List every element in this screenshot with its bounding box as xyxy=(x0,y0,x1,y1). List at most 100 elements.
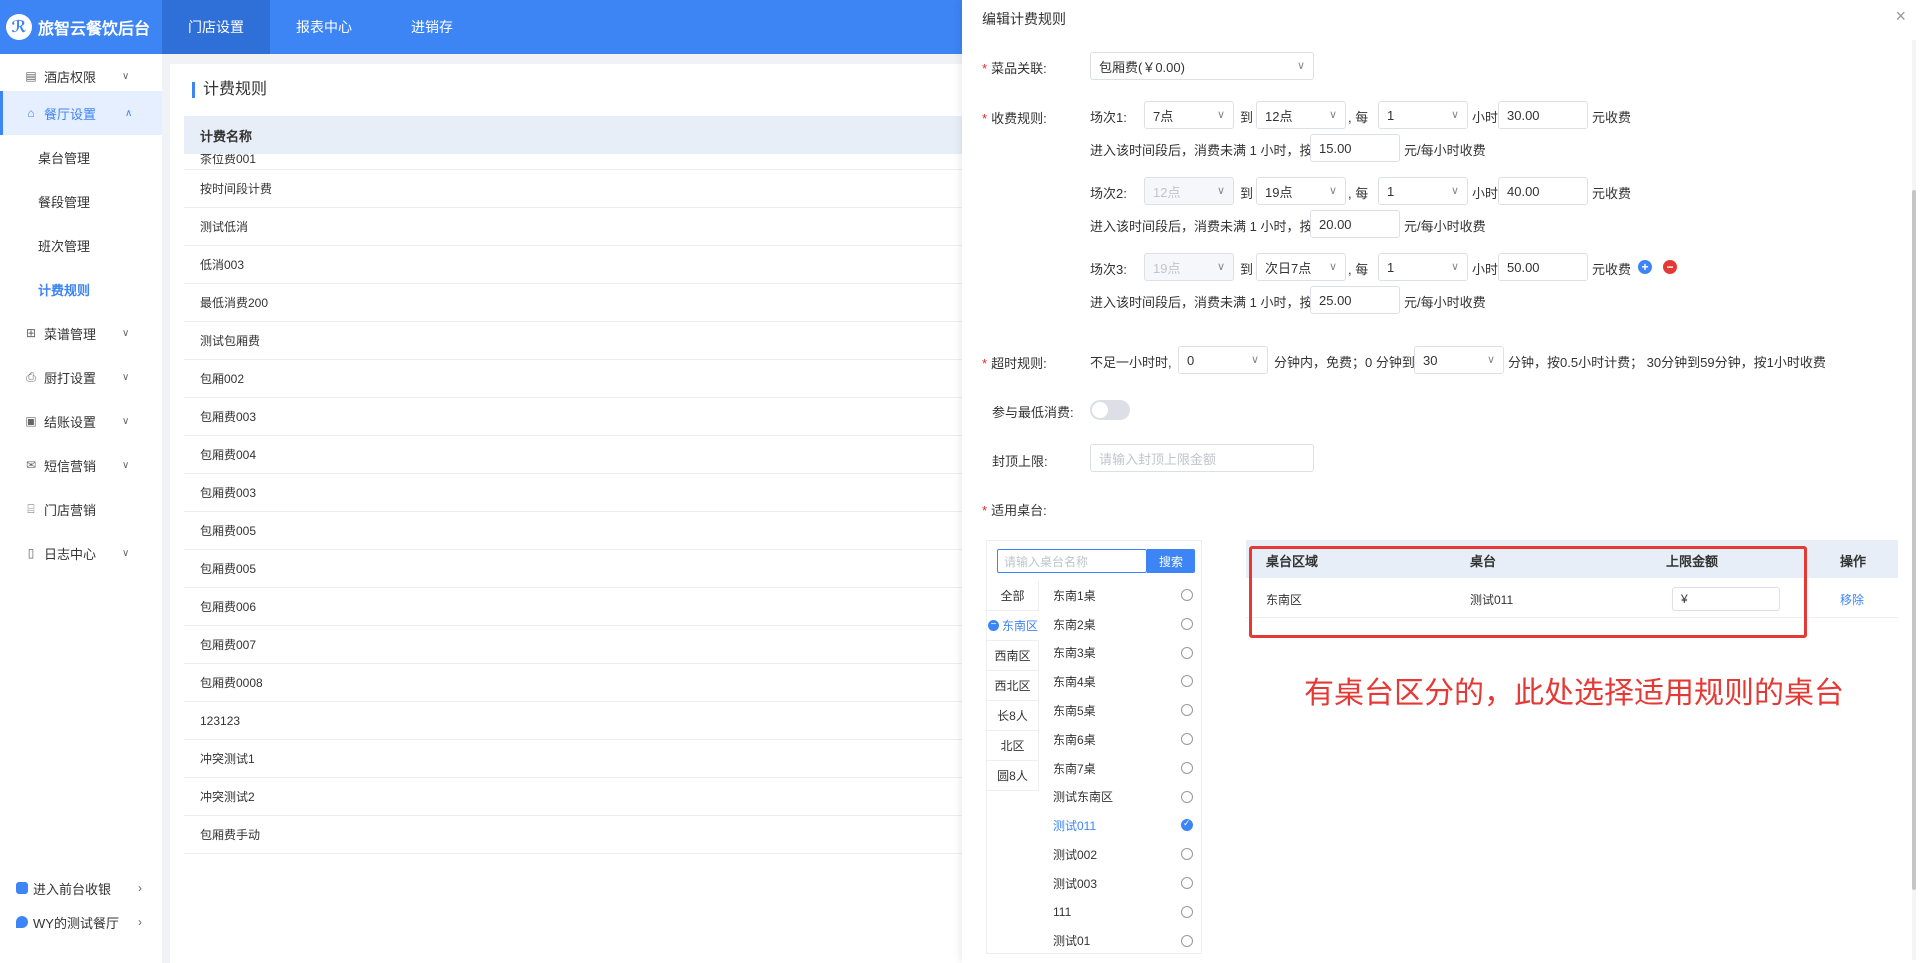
overtime-rule-label-text: 超时规则: xyxy=(991,356,1047,371)
session-2-end-select[interactable]: 19点 ∨ xyxy=(1256,177,1346,205)
list-item[interactable]: 东南5桌 xyxy=(1039,696,1201,725)
sidebar-item-checkout-settings[interactable]: ▣ 结账设置 ∨ xyxy=(0,399,162,443)
list-item[interactable]: 东南2桌 xyxy=(1039,610,1201,639)
area-item-all[interactable]: 全部 xyxy=(987,581,1039,611)
list-item[interactable]: 东南3桌 xyxy=(1039,639,1201,668)
list-item[interactable]: 测试002 xyxy=(1039,840,1201,869)
min-consume-toggle[interactable] xyxy=(1090,400,1130,420)
session-1-start-select[interactable]: 7点 ∨ xyxy=(1144,101,1234,129)
remove-link[interactable]: 移除 xyxy=(1840,591,1864,608)
session-1-end-select[interactable]: 12点 ∨ xyxy=(1256,101,1346,129)
cap-limit-input[interactable]: 请输入封顶上限金额 xyxy=(1090,444,1314,472)
mail-icon: ✉ xyxy=(25,458,37,472)
area-item-southwest[interactable]: 西南区 xyxy=(987,641,1039,671)
enter-frontdesk-cashier[interactable]: 进入前台收银 › xyxy=(0,871,162,905)
sidebar-sub-meal-period[interactable]: 餐段管理 xyxy=(0,179,162,223)
session-1-hours-select[interactable]: 1 ∨ xyxy=(1378,101,1468,129)
radio-button[interactable] xyxy=(1181,761,1193,774)
list-item[interactable]: 东南7桌 xyxy=(1039,754,1201,783)
table-row[interactable]: 包厢费003 xyxy=(184,398,962,436)
list-item[interactable]: 东南4桌 xyxy=(1039,667,1201,696)
sidebar-item-store-marketing[interactable]: ⌸ 门店营销 xyxy=(0,487,162,531)
sidebar-item-log-center[interactable]: ▯ 日志中心 ∨ xyxy=(0,531,162,575)
dish-select[interactable]: 包厢费(￥0.00) ∨ xyxy=(1090,52,1314,80)
sidebar-sub-billing-rules[interactable]: 计费规则 xyxy=(0,267,162,311)
list-item[interactable]: 东南1桌 xyxy=(1039,581,1201,610)
session-3-end-select[interactable]: 次日7点 ∨ xyxy=(1256,253,1346,281)
topnav-inventory[interactable]: 进销存 xyxy=(378,0,486,54)
table-row[interactable]: 包厢费004 xyxy=(184,436,962,474)
list-item[interactable]: 东南6桌 xyxy=(1039,725,1201,754)
table-row[interactable]: 包厢费005 xyxy=(184,550,962,588)
session-2-price-input[interactable]: 40.00 xyxy=(1498,177,1588,205)
close-icon[interactable]: × xyxy=(1895,6,1906,27)
table-row[interactable]: 测试包厢费 xyxy=(184,322,962,360)
radio-button[interactable] xyxy=(1181,934,1193,947)
scrollbar-thumb[interactable] xyxy=(1912,190,1916,890)
radio-button[interactable] xyxy=(1181,704,1193,717)
session-2-hours-select[interactable]: 1 ∨ xyxy=(1378,177,1468,205)
sidebar-item-menu-management[interactable]: ⊞ 菜谱管理 ∨ xyxy=(0,311,162,355)
table-row[interactable]: 按时间段计费 xyxy=(184,170,962,208)
session-3-hours-value: 1 xyxy=(1387,259,1395,275)
table-row[interactable]: 低消003 xyxy=(184,246,962,284)
add-session-icon[interactable]: + xyxy=(1638,260,1652,274)
topnav-reports[interactable]: 报表中心 xyxy=(270,0,378,54)
radio-button[interactable] xyxy=(1181,589,1193,601)
radio-button[interactable] xyxy=(1181,876,1193,889)
radio-button[interactable] xyxy=(1181,732,1193,745)
table-search-button[interactable]: 搜索 xyxy=(1147,549,1195,573)
radio-button[interactable] xyxy=(1181,848,1193,861)
radio-button-checked[interactable] xyxy=(1181,818,1193,832)
remove-session-icon[interactable]: − xyxy=(1663,260,1677,274)
radio-button[interactable] xyxy=(1181,675,1193,688)
table-row[interactable]: 最低消费200 xyxy=(184,284,962,322)
session-3-price-input[interactable]: 50.00 xyxy=(1498,253,1588,281)
radio-button[interactable] xyxy=(1181,905,1193,918)
overtime-half-hour-select[interactable]: 30 ∨ xyxy=(1414,346,1504,374)
radio-button[interactable] xyxy=(1181,617,1193,630)
table-row[interactable]: 包厢费003 xyxy=(184,474,962,512)
table-row[interactable]: 测试低消 xyxy=(184,208,962,246)
table-row[interactable]: 包厢费0008 xyxy=(184,664,962,702)
table-row[interactable]: 123123 xyxy=(184,702,962,740)
area-item-round8[interactable]: 圆8人 xyxy=(987,761,1039,791)
drawer-title: 编辑计费规则 xyxy=(982,11,1066,27)
table-row[interactable]: 包厢002 xyxy=(184,360,962,398)
sidebar-item-kitchen-print[interactable]: ⎙ 厨打设置 ∨ xyxy=(0,355,162,399)
table-row[interactable]: 冲突测试2 xyxy=(184,778,962,816)
area-item-southeast[interactable]: − 东南区 xyxy=(987,611,1039,641)
session-2-partial-input[interactable]: 20.00 xyxy=(1310,210,1400,238)
session-1-price-input[interactable]: 30.00 xyxy=(1498,101,1588,129)
session-1-partial-input[interactable]: 15.00 xyxy=(1310,134,1400,162)
overtime-free-minutes-select[interactable]: 0 ∨ xyxy=(1178,346,1268,374)
area-item-northwest[interactable]: 西北区 xyxy=(987,671,1039,701)
table-row[interactable]: 包厢费007 xyxy=(184,626,962,664)
topnav-store-settings[interactable]: 门店设置 xyxy=(162,0,270,54)
list-item[interactable]: 测试003 xyxy=(1039,869,1201,898)
radio-button[interactable] xyxy=(1181,790,1193,803)
list-item[interactable]: 测试01 xyxy=(1039,927,1201,956)
list-item[interactable]: 测试东南区 xyxy=(1039,783,1201,812)
sidebar-item-label: 日志中心 xyxy=(44,546,97,562)
chevron-down-icon: ∨ xyxy=(1450,185,1459,197)
list-item[interactable]: 111 xyxy=(1039,898,1201,927)
area-item-long8[interactable]: 长8人 xyxy=(987,701,1039,731)
sidebar-sub-table-management[interactable]: 桌台管理 xyxy=(0,135,162,179)
sidebar-item-sms-marketing[interactable]: ✉ 短信营销 ∨ xyxy=(0,443,162,487)
current-restaurant-switch[interactable]: WY的测试餐厅 › xyxy=(0,905,162,939)
list-item[interactable]: 测试011 xyxy=(1039,811,1201,840)
table-row[interactable]: 冲突测试1 xyxy=(184,740,962,778)
area-item-north[interactable]: 北区 xyxy=(987,731,1039,761)
table-row[interactable]: 包厢费005 xyxy=(184,512,962,550)
table-search-input[interactable]: 请输入桌台名称 xyxy=(997,549,1147,573)
brand-logo[interactable]: ℛ 旅智云餐饮后台 xyxy=(0,0,162,54)
table-row[interactable]: 茶位费001 xyxy=(184,154,962,170)
sidebar-item-restaurant-settings[interactable]: ⌂ 餐厅设置 ∧ xyxy=(0,91,162,135)
session-3-partial-input[interactable]: 25.00 xyxy=(1310,286,1400,314)
sidebar-sub-shift[interactable]: 班次管理 xyxy=(0,223,162,267)
radio-button[interactable] xyxy=(1181,646,1193,659)
table-row[interactable]: 包厢费006 xyxy=(184,588,962,626)
table-row[interactable]: 包厢费手动 xyxy=(184,816,962,854)
session-3-hours-select[interactable]: 1 ∨ xyxy=(1378,253,1468,281)
